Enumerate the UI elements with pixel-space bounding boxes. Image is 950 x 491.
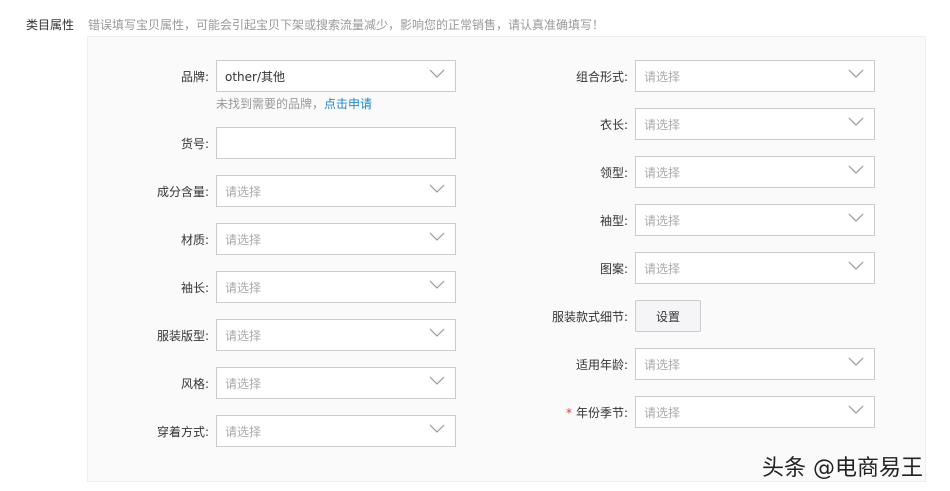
chevron-down-icon xyxy=(848,165,864,174)
chevron-down-icon xyxy=(429,232,445,241)
chevron-down-icon xyxy=(429,280,445,289)
left-field-5-select[interactable]: 请选择 xyxy=(216,415,456,447)
right-field-0-label: 组合形式: xyxy=(575,69,628,84)
left-field-0-label: 成分含量: xyxy=(156,184,209,199)
season-select[interactable]: 请选择 xyxy=(635,396,875,428)
chevron-down-icon xyxy=(848,405,864,414)
left-field-5-row: 穿着方式: 请选择 xyxy=(89,415,456,447)
right-field-2-label: 领型: xyxy=(599,165,628,180)
age-select[interactable]: 请选择 xyxy=(635,348,875,380)
section-label: 类目属性 xyxy=(26,18,75,32)
right-field-1-select[interactable]: 请选择 xyxy=(635,108,875,140)
age-label: 适用年龄: xyxy=(575,357,628,372)
chevron-down-icon xyxy=(429,376,445,385)
brand-hint: 未找到需要的品牌，点击申请 xyxy=(216,97,373,111)
right-field-0-select[interactable]: 请选择 xyxy=(635,60,875,92)
age-row: 适用年龄: 请选择 xyxy=(508,348,875,380)
season-label: * 年份季节: xyxy=(565,405,628,420)
style-detail-label: 服装款式细节: xyxy=(551,309,628,324)
chevron-down-icon xyxy=(848,357,864,366)
chevron-down-icon xyxy=(848,261,864,270)
left-field-5-label: 穿着方式: xyxy=(156,424,209,439)
right-field-2-row: 领型: 请选择 xyxy=(508,156,875,188)
left-field-3-select[interactable]: 请选择 xyxy=(216,319,456,351)
chevron-down-icon xyxy=(429,424,445,433)
left-field-1-label: 材质: xyxy=(180,232,209,247)
chevron-down-icon xyxy=(848,69,864,78)
season-row: * 年份季节: 请选择 xyxy=(508,396,875,428)
right-field-3-select[interactable]: 请选择 xyxy=(635,204,875,236)
left-field-4-label: 风格: xyxy=(180,376,209,391)
item-no-label: 货号: xyxy=(180,136,209,151)
left-field-3-label: 服装版型: xyxy=(156,328,209,343)
watermark: 头条 @电商易王 xyxy=(762,456,923,481)
brand-label: 品牌: xyxy=(180,69,209,84)
left-field-4-row: 风格: 请选择 xyxy=(89,367,456,399)
required-mark: * xyxy=(565,405,572,420)
chevron-down-icon xyxy=(848,117,864,126)
chevron-down-icon xyxy=(429,184,445,193)
item-no-row: 货号: xyxy=(89,127,456,159)
left-field-3-row: 服装版型: 请选择 xyxy=(89,319,456,351)
left-field-2-label: 袖长: xyxy=(180,280,209,295)
brand-select[interactable]: other/其他 xyxy=(216,60,456,92)
left-field-2-select[interactable]: 请选择 xyxy=(216,271,456,303)
right-field-3-row: 袖型: 请选择 xyxy=(508,204,875,236)
right-field-1-label: 衣长: xyxy=(599,117,628,132)
right-field-0-row: 组合形式: 请选择 xyxy=(508,60,875,92)
item-no-input[interactable] xyxy=(216,127,456,159)
style-detail-row: 服装款式细节: 设置 xyxy=(508,300,701,332)
right-field-4-select[interactable]: 请选择 xyxy=(635,252,875,284)
section-hint: 错误填写宝贝属性，可能会引起宝贝下架或搜索流量减少，影响您的正常销售，请认真准确… xyxy=(88,18,605,32)
left-field-4-select[interactable]: 请选择 xyxy=(216,367,456,399)
right-field-2-select[interactable]: 请选择 xyxy=(635,156,875,188)
right-field-4-row: 图案: 请选择 xyxy=(508,252,875,284)
left-field-1-row: 材质: 请选择 xyxy=(89,223,456,255)
left-field-0-row: 成分含量: 请选择 xyxy=(89,175,456,207)
chevron-down-icon xyxy=(429,69,445,78)
apply-brand-link[interactable]: 点击申请 xyxy=(324,97,372,111)
brand-row: 品牌: other/其他 xyxy=(89,60,456,92)
chevron-down-icon xyxy=(848,213,864,222)
left-field-2-row: 袖长: 请选择 xyxy=(89,271,456,303)
style-detail-settings-button[interactable]: 设置 xyxy=(635,300,701,332)
chevron-down-icon xyxy=(429,328,445,337)
right-field-1-row: 衣长: 请选择 xyxy=(508,108,875,140)
right-field-4-label: 图案: xyxy=(599,261,628,276)
right-field-3-label: 袖型: xyxy=(599,213,628,228)
left-field-0-select[interactable]: 请选择 xyxy=(216,175,456,207)
left-field-1-select[interactable]: 请选择 xyxy=(216,223,456,255)
